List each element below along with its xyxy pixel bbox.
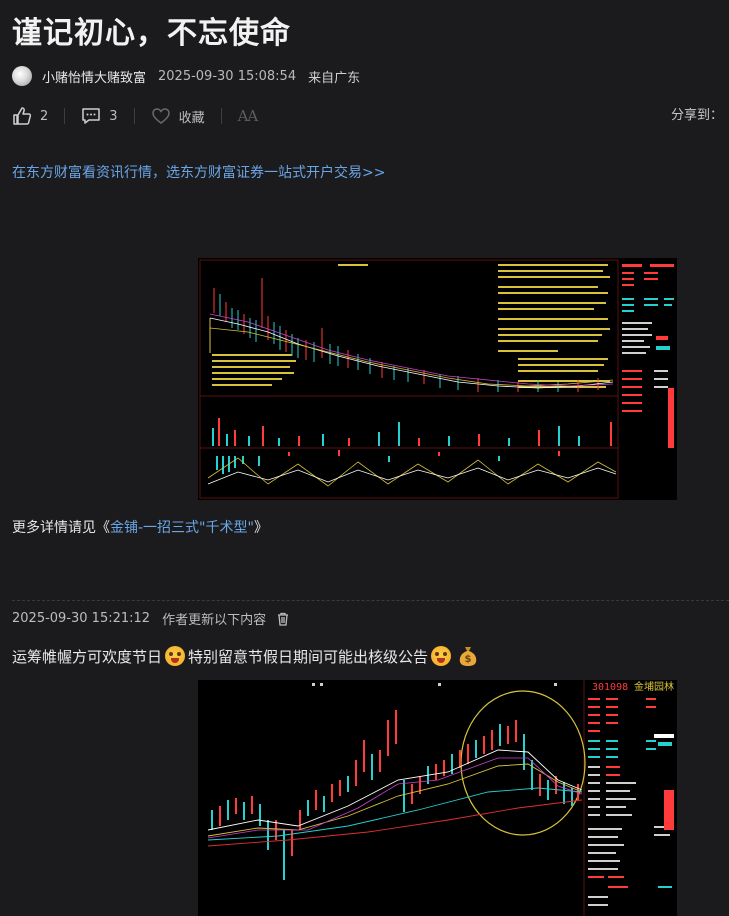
like-button[interactable]: 2 — [12, 106, 48, 126]
stock-chart-graphic-2: 301098 金埔园林 — [198, 680, 677, 916]
update-label: 作者更新以下内容 — [162, 613, 267, 628]
stock-name: 金埔园林 — [634, 680, 674, 693]
article-title: 谨记初心，不忘使命 — [12, 16, 291, 51]
svg-text:$: $ — [465, 654, 472, 665]
action-divider — [64, 108, 66, 124]
comment-icon — [82, 108, 101, 124]
heart-icon — [151, 108, 170, 124]
scream-emoji-icon — [431, 646, 452, 666]
stock-code: 301098 — [592, 682, 628, 693]
stock-chart-image-1[interactable] — [198, 258, 677, 500]
font-size-button[interactable]: AA — [237, 107, 259, 125]
action-divider — [133, 108, 135, 124]
update-divider — [12, 600, 729, 601]
font-size-icon: AA — [237, 107, 259, 125]
like-count: 2 — [40, 108, 49, 124]
money-bag-icon: $ — [459, 647, 477, 666]
more-link[interactable]: 金铺-一招三式"千术型" — [110, 520, 254, 536]
thumbs-up-icon — [13, 107, 32, 125]
share-label[interactable]: 分享到： — [671, 104, 723, 123]
stock-chart-image-2[interactable]: 301098 金埔园林 — [198, 680, 677, 916]
publish-time: 2025-09-30 15:08:54 — [158, 68, 297, 84]
action-divider — [220, 108, 222, 124]
post-text-part2: 特别留意节假日期间可能出核级公告 — [188, 647, 429, 666]
more-prefix: 更多详情请见《 — [12, 520, 110, 536]
promo-link[interactable]: 在东方财富看资讯行情，选东方财富证券一站式开户交易>> — [12, 162, 385, 182]
update-header: 2025-09-30 15:21:12 作者更新以下内容 — [12, 609, 290, 628]
more-suffix: 》 — [253, 520, 268, 536]
article-meta: 小赌怡情大赌致富 2025-09-30 15:08:54 来自广东 — [12, 64, 360, 88]
update-time: 2025-09-30 15:21:12 — [12, 611, 151, 626]
trash-icon[interactable] — [276, 612, 290, 626]
scream-emoji-icon — [165, 646, 186, 666]
more-details: 更多详情请见《金铺-一招三式"千术型"》 — [12, 517, 268, 537]
author-name[interactable]: 小赌怡情大赌致富 — [42, 67, 146, 86]
post-text-part1: 运筹帷幄方可欢度节日 — [12, 647, 163, 666]
stock-chart-graphic-1 — [198, 258, 677, 500]
author-avatar[interactable] — [12, 66, 32, 86]
ip-location: 来自广东 — [308, 70, 361, 86]
favorite-button[interactable]: 收藏 — [151, 106, 205, 126]
favorite-label: 收藏 — [178, 110, 205, 126]
post-text: 运筹帷幄方可欢度节日 特别留意节假日期间可能出核级公告 $ — [12, 645, 478, 667]
action-bar: 2 3 收藏 AA — [12, 104, 729, 128]
comment-count: 3 — [109, 108, 118, 124]
comment-button[interactable]: 3 — [81, 106, 118, 126]
